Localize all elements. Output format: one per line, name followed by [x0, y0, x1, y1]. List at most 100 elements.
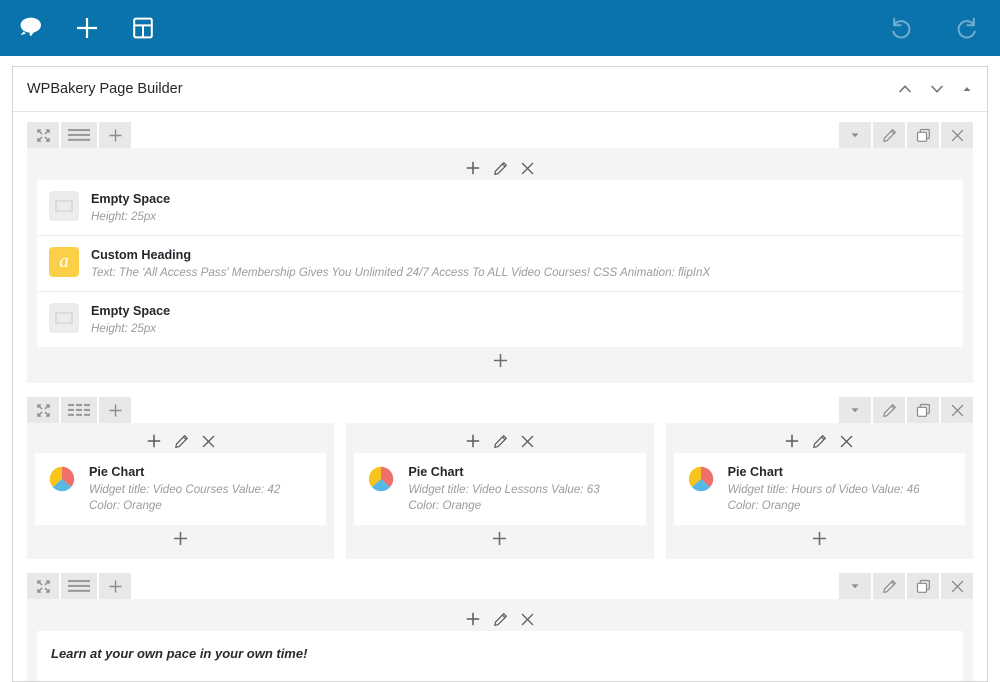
move-up-icon[interactable]	[897, 81, 913, 97]
element-text: Pie Chart Widget title: Hours of Video V…	[728, 464, 953, 514]
row-3-right-controls	[839, 573, 973, 599]
element-empty-space-1[interactable]: Empty Space Height: 25px	[37, 180, 963, 236]
element-text: Pie Chart Widget title: Video Courses Va…	[89, 464, 314, 514]
element-add-icon[interactable]	[465, 611, 481, 627]
row-add-element-icon[interactable]	[99, 122, 131, 148]
row-1-right-controls	[839, 122, 973, 148]
element-edit-icon[interactable]	[174, 434, 189, 449]
page-frame: WPBakery Page Builder Empty Space Height…	[0, 56, 1000, 682]
pie-chart-icon	[47, 464, 77, 494]
pie-chart-icon	[366, 464, 396, 494]
row-clone-icon[interactable]	[907, 122, 939, 148]
admin-toolbar	[0, 0, 1000, 56]
element-delete-icon[interactable]	[201, 434, 216, 449]
row-move-icon[interactable]	[27, 573, 59, 599]
row-1-add-element-bottom[interactable]	[37, 347, 963, 373]
collapse-panel-icon[interactable]	[961, 83, 973, 95]
custom-heading-icon: a	[49, 247, 79, 277]
element-title: Empty Space	[91, 192, 171, 206]
row-1-left-controls	[27, 122, 131, 148]
element-edit-icon[interactable]	[493, 161, 508, 176]
column-2-element-list: Pie Chart Widget title: Video Lessons Va…	[354, 453, 646, 525]
wpbakery-builder-panel: WPBakery Page Builder Empty Space Height…	[12, 66, 988, 682]
column-3: Pie Chart Widget title: Hours of Video V…	[665, 423, 973, 559]
element-empty-space-2[interactable]: Empty Space Height: 25px	[37, 292, 963, 347]
row-layout-icon[interactable]	[61, 122, 97, 148]
text-block-lead: Learn at your own pace in your own time!	[51, 646, 308, 661]
element-meta: Widget title: Hours of Video Value: 46 C…	[727, 483, 920, 512]
builder-body: Empty Space Height: 25px a Custom Headin…	[13, 112, 987, 681]
toolbar-right-group	[884, 11, 986, 45]
row-move-icon[interactable]	[27, 397, 59, 423]
empty-space-icon	[49, 303, 79, 333]
column-1-element-toolbar	[35, 429, 326, 453]
column-2-add-element-bottom[interactable]	[354, 525, 645, 551]
element-pie-chart-1[interactable]: Pie Chart Widget title: Video Courses Va…	[35, 453, 327, 525]
element-pie-chart-2[interactable]: Pie Chart Widget title: Video Lessons Va…	[354, 453, 646, 525]
element-text: Empty Space Height: 25px	[91, 191, 170, 224]
row-edit-icon[interactable]	[873, 122, 905, 148]
row-3: Learn at your own pace in your own time!…	[27, 573, 973, 681]
row-delete-icon[interactable]	[941, 573, 973, 599]
element-meta: Widget title: Video Courses Value: 42 Co…	[89, 483, 281, 512]
panel-header-actions	[897, 81, 973, 97]
element-meta: Widget title: Video Lessons Value: 63 Co…	[408, 483, 600, 512]
row-clone-icon[interactable]	[907, 573, 939, 599]
layout-template-icon[interactable]	[126, 11, 160, 45]
row-add-element-icon[interactable]	[99, 573, 131, 599]
page-title: WPBakery Page Builder	[27, 81, 183, 97]
row-2-controls	[27, 397, 973, 423]
row-add-element-icon[interactable]	[99, 397, 131, 423]
column-1-add-element-bottom[interactable]	[35, 525, 326, 551]
column-2: Pie Chart Widget title: Video Lessons Va…	[346, 423, 654, 559]
element-delete-icon[interactable]	[520, 161, 535, 176]
undo-icon[interactable]	[884, 11, 918, 45]
add-element-icon[interactable]	[70, 11, 104, 45]
element-pie-chart-3[interactable]: Pie Chart Widget title: Hours of Video V…	[673, 453, 965, 525]
row-3-controls	[27, 573, 973, 599]
element-meta: Text: The 'All Access Pass' Membership G…	[91, 266, 711, 279]
element-text: Empty Space Height: 25px	[91, 303, 170, 336]
column-1: Pie Chart Widget title: Video Courses Va…	[27, 423, 335, 559]
row-move-icon[interactable]	[27, 122, 59, 148]
wpbakery-logo-icon[interactable]	[14, 11, 48, 45]
column-3-element-list: Pie Chart Widget title: Hours of Video V…	[673, 453, 965, 525]
element-delete-icon[interactable]	[839, 434, 854, 449]
move-down-icon[interactable]	[929, 81, 945, 97]
element-add-icon[interactable]	[465, 160, 481, 176]
element-title: Pie Chart	[408, 465, 464, 479]
row-clone-icon[interactable]	[907, 397, 939, 423]
element-delete-icon[interactable]	[520, 434, 535, 449]
empty-space-icon	[49, 191, 79, 221]
element-text: Pie Chart Widget title: Video Lessons Va…	[408, 464, 633, 514]
row-2: Pie Chart Widget title: Video Courses Va…	[27, 397, 973, 559]
pie-chart-icon	[686, 464, 716, 494]
column-3-add-element-bottom[interactable]	[674, 525, 965, 551]
row-edit-icon[interactable]	[873, 573, 905, 599]
element-add-icon[interactable]	[465, 433, 481, 449]
row-2-columns: Pie Chart Widget title: Video Courses Va…	[27, 423, 973, 559]
row-dropdown-icon[interactable]	[839, 573, 871, 599]
element-delete-icon[interactable]	[520, 612, 535, 627]
element-edit-icon[interactable]	[812, 434, 827, 449]
row-1-body: Empty Space Height: 25px a Custom Headin…	[27, 148, 973, 383]
row-delete-icon[interactable]	[941, 397, 973, 423]
row-edit-icon[interactable]	[873, 397, 905, 423]
element-title: Pie Chart	[89, 465, 145, 479]
element-edit-icon[interactable]	[493, 434, 508, 449]
element-meta: Height: 25px	[91, 322, 157, 335]
row-2-left-controls	[27, 397, 131, 423]
column-2-element-toolbar	[354, 429, 645, 453]
row-dropdown-icon[interactable]	[839, 122, 871, 148]
element-custom-heading[interactable]: a Custom Heading Text: The 'All Access P…	[37, 236, 963, 292]
element-add-icon[interactable]	[146, 433, 162, 449]
row-layout-icon[interactable]	[61, 397, 97, 423]
element-edit-icon[interactable]	[493, 612, 508, 627]
element-add-icon[interactable]	[784, 433, 800, 449]
redo-icon[interactable]	[950, 11, 984, 45]
row-1-element-list: Empty Space Height: 25px a Custom Headin…	[37, 180, 963, 347]
row-layout-icon[interactable]	[61, 573, 97, 599]
row-delete-icon[interactable]	[941, 122, 973, 148]
element-text-block[interactable]: Learn at your own pace in your own time!…	[37, 631, 963, 681]
row-dropdown-icon[interactable]	[839, 397, 871, 423]
